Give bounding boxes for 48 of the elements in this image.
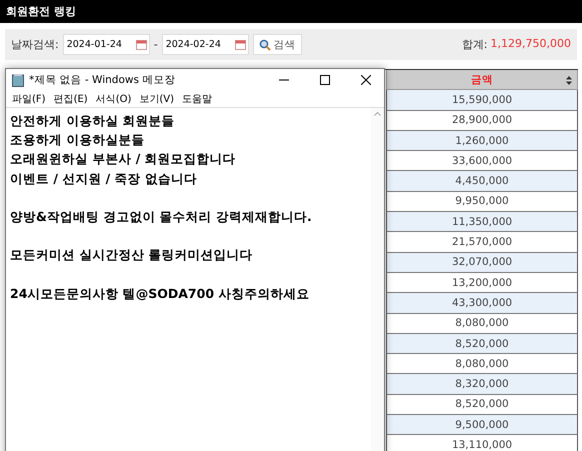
menu-item[interactable]: 서식(O) (96, 92, 132, 106)
amount-cell: 4,450,000 (386, 171, 578, 192)
menu-item[interactable]: 보기(V) (139, 92, 174, 106)
text-line: 양방&작업배팅 경고없이 몰수처리 강력제재합니다. (10, 208, 313, 226)
menu-item[interactable]: 편집(E) (54, 92, 88, 106)
text-line: 조용하게 이용하실분들 (10, 131, 146, 150)
date-separator: - (154, 38, 158, 51)
amount-cell: 13,200,000 (386, 272, 578, 294)
amount-cell: 8,520,000 (386, 334, 578, 354)
end-date-field[interactable]: 2024-02-24 (162, 34, 249, 55)
notepad-icon (12, 74, 24, 86)
page-title: 회원환전 랭킹 (0, 0, 582, 23)
amount-cell: 13,110,000 (386, 435, 578, 451)
amount-cell: 28,900,000 (386, 110, 578, 131)
scrollbar[interactable] (371, 108, 384, 451)
window-title: *제목 없음 - Windows 메모장 (29, 73, 176, 87)
amount-cell: 33,600,000 (386, 151, 578, 172)
calendar-icon[interactable] (234, 39, 246, 50)
amount-cell: 11,350,000 (386, 212, 578, 232)
menu-item[interactable]: 도움말 (182, 92, 212, 106)
sort-icon (566, 76, 572, 85)
amount-cell: 8,080,000 (386, 314, 578, 334)
text-line: 모든커미션 실시간정산 롤링커미션입니다 (10, 246, 254, 264)
search-button[interactable]: 검색 (252, 34, 302, 55)
date-search-label: 날짜검색: (11, 37, 59, 52)
amount-cell: 8,080,000 (386, 354, 578, 374)
amount-cell: 9,950,000 (386, 192, 578, 212)
total-label: 합계: (462, 37, 488, 52)
text-line: 이벤트 / 선지원 / 죽장 없습니다 (10, 170, 198, 188)
start-date-field[interactable]: 2024-01-24 (62, 34, 150, 55)
maximize-icon (320, 75, 330, 85)
amount-cell: 8,320,000 (386, 374, 578, 395)
text-line: 24시모든문의사항 텔@SODA700 사칭주의하세요 (10, 284, 310, 303)
scroll-up-icon (374, 112, 381, 116)
search-icon (258, 38, 271, 50)
amount-cell: 43,300,000 (386, 293, 578, 314)
close-icon (361, 75, 371, 85)
total-value: 1,129,750,000 (490, 37, 571, 52)
amount-cell: 15,590,000 (386, 90, 578, 111)
amount-cell: 21,570,000 (386, 232, 578, 253)
calendar-icon[interactable] (136, 39, 147, 50)
menu-item[interactable]: 파일(F) (12, 92, 46, 106)
text-line: 오래원윈하실 부본사 / 회원모집합니다 (10, 150, 237, 168)
amount-cell: 8,520,000 (386, 394, 578, 416)
amount-cell: 32,070,000 (386, 252, 578, 273)
text-line: 안전하게 이용하실 회원분들 (10, 112, 176, 130)
amount-cell: 1,260,000 (386, 130, 578, 152)
amount-cell: 9,500,000 (386, 415, 578, 436)
